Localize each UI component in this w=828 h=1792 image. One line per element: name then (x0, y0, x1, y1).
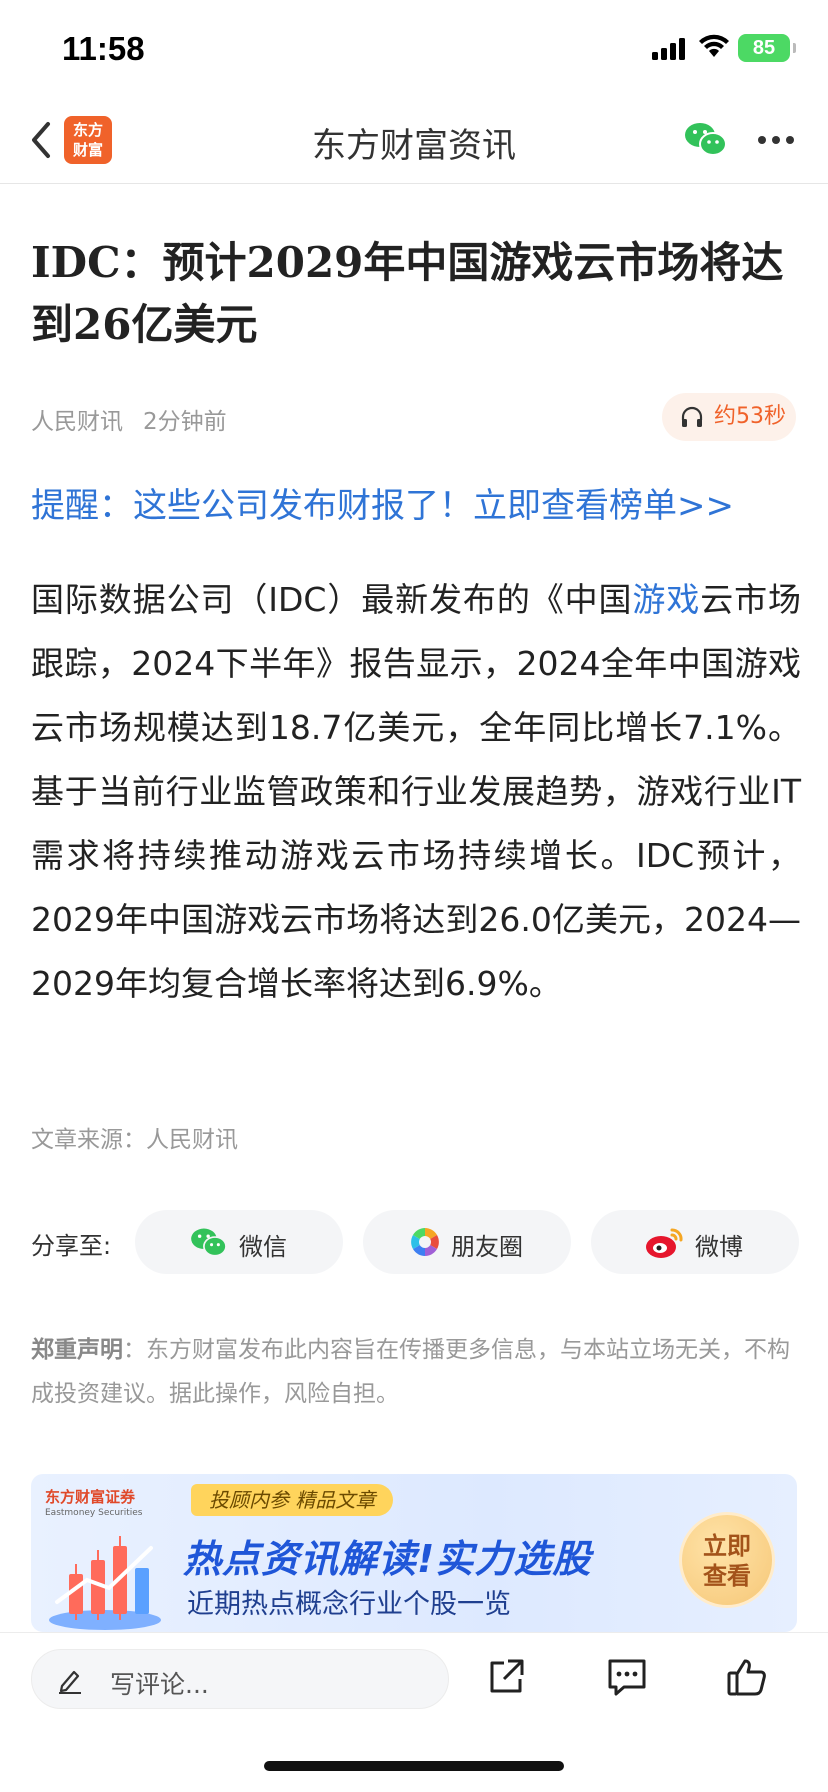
share-moments-button[interactable]: 朋友圈 (363, 1210, 571, 1274)
wechat-icon[interactable] (684, 120, 728, 160)
wechat-icon (191, 1228, 227, 1257)
more-icon[interactable] (758, 136, 794, 146)
share-label: 分享至: (31, 1232, 112, 1260)
share-row: 分享至: 微信 朋友圈 微博 (31, 1210, 801, 1274)
earnings-reminder-link[interactable]: 提醒：这些公司发布财报了！立即查看榜单>> (31, 478, 734, 527)
disclaimer: 郑重声明：东方财富发布此内容旨在传播更多信息，与本站立场无关，不构成投资建议。据… (31, 1328, 801, 1416)
audio-duration: 约53秒 (714, 404, 786, 429)
comment-input[interactable]: 写评论... (31, 1649, 449, 1709)
publish-time: 2分钟前 (143, 409, 227, 435)
disclaimer-text: ：东方财富发布此内容旨在传播更多信息，与本站立场无关，不构成投资建议。据此操作，… (31, 1337, 790, 1407)
status-bar: 11:58 85 (0, 0, 828, 96)
battery-indicator: 85 (738, 34, 796, 62)
promo-banner[interactable]: 东方财富证券 Eastmoney Securities 投顾内参 精品文章 热点… (31, 1474, 797, 1632)
article-body: 国际数据公司（IDC）最新发布的《中国游戏云市场跟踪，2024下半年》报告显示，… (31, 580, 802, 1003)
banner-brand: 东方财富证券 Eastmoney Securities (45, 1488, 143, 1518)
banner-view-now-button[interactable]: 立即 查看 (679, 1512, 775, 1608)
wifi-icon (699, 34, 729, 57)
home-indicator (264, 1761, 564, 1771)
candlestick-chart-icon (49, 1536, 161, 1630)
nav-bar: 东方 财富 东方财富资讯 (0, 96, 828, 184)
pencil-icon (59, 1670, 81, 1694)
banner-subtitle: 近期热点概念行业个股一览 (187, 1589, 511, 1620)
comment-placeholder: 写评论... (110, 1670, 209, 1699)
source-name: 人民财讯 (31, 409, 123, 435)
article-meta: 人民财讯 2分钟前 (31, 402, 227, 436)
signal-icon (652, 38, 688, 60)
share-wechat-button[interactable]: 微信 (135, 1210, 343, 1274)
thumbs-up-icon[interactable] (726, 1657, 768, 1697)
share-weibo-button[interactable]: 微博 (591, 1210, 799, 1274)
bottom-action-bar: 写评论... (0, 1632, 828, 1792)
article-title: IDC：预计2029年中国游戏云市场将达到26亿美元 (31, 238, 784, 349)
weibo-icon (646, 1228, 683, 1258)
headphones-icon (681, 406, 703, 427)
article-source: 文章来源：人民财讯 (31, 1127, 238, 1153)
disclaimer-title: 郑重声明 (31, 1337, 123, 1363)
moments-icon (411, 1228, 439, 1256)
status-time: 11:58 (62, 30, 145, 67)
keyword-link[interactable]: 游戏 (632, 580, 700, 619)
banner-tag: 投顾内参 精品文章 (191, 1484, 394, 1516)
banner-headline: 热点资讯解读!实力选股 (183, 1537, 592, 1581)
listen-button[interactable]: 约53秒 (662, 393, 796, 441)
share-out-icon[interactable] (486, 1657, 526, 1697)
comment-icon[interactable] (606, 1657, 648, 1697)
